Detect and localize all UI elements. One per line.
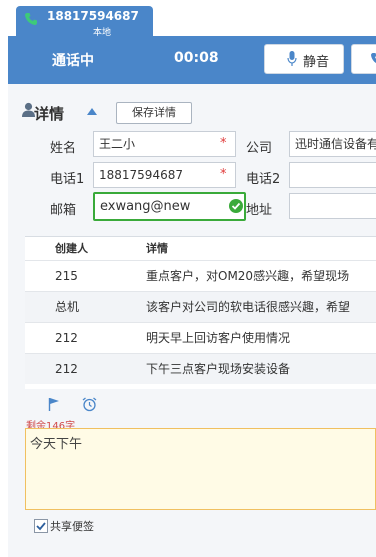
checkmark-icon	[36, 522, 46, 531]
name-label: 姓名	[50, 141, 77, 156]
email-label: 邮箱	[50, 203, 77, 218]
company-label: 公司	[246, 141, 273, 156]
note-text: 今天下午	[30, 437, 83, 452]
address-field[interactable]	[289, 193, 376, 219]
call-status-bar: 通话中 00:08 静音	[8, 36, 376, 84]
phone2-field[interactable]	[289, 162, 376, 188]
cell-details: 该客户对公司的软电话很感兴趣，希望	[146, 300, 351, 314]
records-table: 创建人 详情 215 重点客户，对OM20感兴趣，希望现场 总机 该客户对公司的…	[25, 236, 376, 389]
cell-details: 明天早上回访客户使用情况	[146, 331, 291, 345]
details-title: 详情	[34, 105, 65, 123]
required-mark: *	[220, 136, 227, 151]
call-timer: 00:08	[174, 50, 219, 66]
phone2-label: 电话2	[246, 172, 281, 187]
hangup-button[interactable]	[351, 44, 376, 74]
required-mark: *	[220, 167, 227, 182]
collapse-caret-icon[interactable]	[87, 108, 97, 115]
table-row[interactable]: 212 明天早上回访客户使用情况	[25, 322, 376, 353]
phone1-label: 电话1	[50, 172, 85, 187]
flag-icon[interactable]	[48, 397, 60, 411]
call-tab[interactable]: 18817594687 本地	[16, 6, 153, 38]
share-note-label: 共享便签	[50, 520, 94, 533]
call-status: 通话中	[52, 53, 94, 69]
share-note-checkbox[interactable]	[34, 519, 48, 533]
email-field[interactable]: exwang@new	[93, 192, 246, 221]
phone-icon	[25, 13, 37, 25]
table-row[interactable]: 总机 该客户对公司的软电话很感兴趣，希望	[25, 291, 376, 322]
mute-label: 静音	[303, 55, 330, 70]
note-textarea[interactable]: 今天下午	[25, 428, 376, 510]
valid-check-icon	[229, 199, 243, 213]
microphone-icon	[287, 51, 297, 66]
cell-creator: 215	[55, 269, 78, 283]
phone1-field[interactable]: 18817594687	[93, 162, 236, 188]
company-field[interactable]: 迅时通信设备有	[289, 131, 376, 157]
cell-details: 重点客户，对OM20感兴趣，希望现场	[146, 269, 350, 283]
table-row[interactable]: 215 重点客户，对OM20感兴趣，希望现场	[25, 260, 376, 291]
cell-details: 下午三点客户现场安装设备	[146, 362, 291, 376]
save-details-button[interactable]: 保存详情	[116, 102, 192, 124]
column-header-creator: 创建人	[55, 242, 88, 255]
cell-creator: 212	[55, 362, 78, 376]
cell-creator: 总机	[55, 300, 80, 314]
name-field[interactable]: 王二小	[93, 131, 236, 157]
phone-icon	[371, 53, 376, 64]
cell-creator: 212	[55, 331, 78, 345]
table-row[interactable]: 212 下午三点客户现场安装设备	[25, 353, 376, 384]
mute-button[interactable]: 静音	[264, 44, 344, 74]
column-header-details: 详情	[146, 242, 168, 255]
alarm-clock-icon[interactable]	[82, 397, 97, 412]
address-label: 地址	[246, 203, 273, 218]
call-tab-number: 18817594687	[47, 9, 139, 23]
